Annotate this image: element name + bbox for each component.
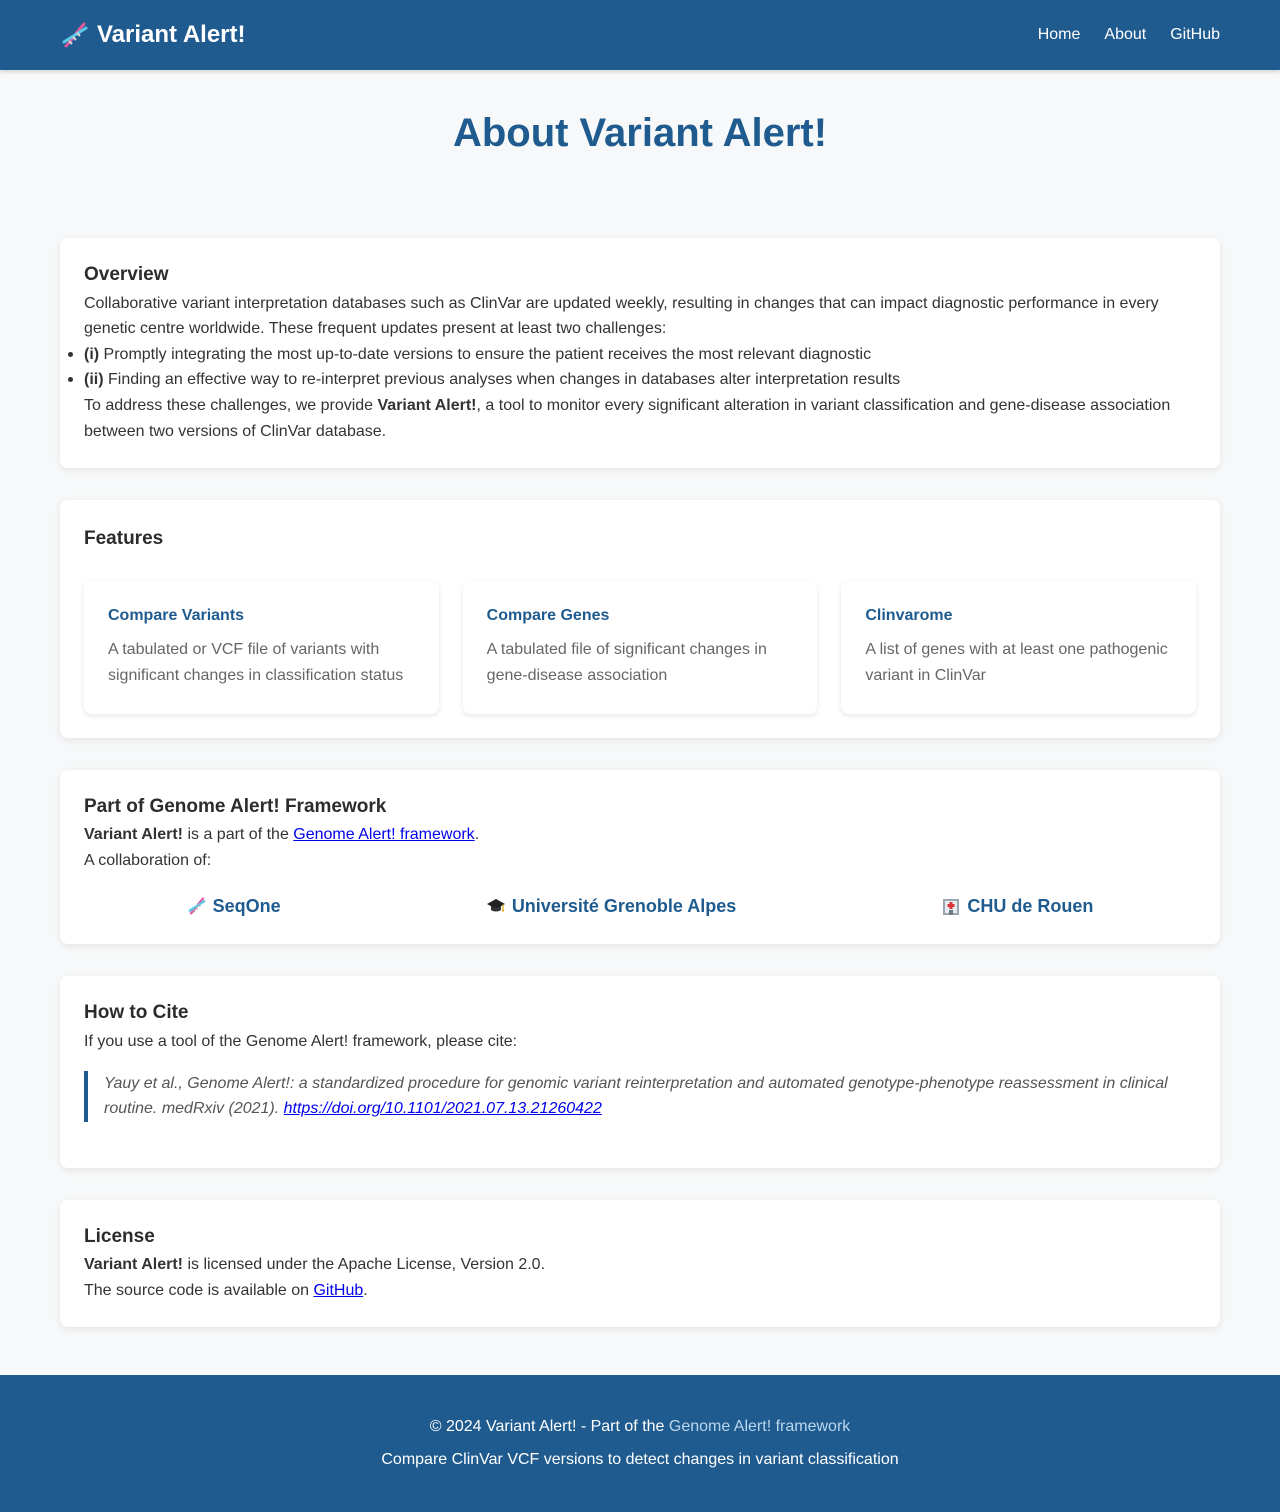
overview-intro: Collaborative variant interpretation dat… xyxy=(84,294,1159,338)
partner-seqone: SeqOne xyxy=(187,892,281,921)
license-text: is licensed under the Apache License, Ve… xyxy=(183,1256,546,1274)
framework-text: is a part of the xyxy=(183,826,294,844)
copyright-text: © 2024 Variant Alert! - Part of the xyxy=(429,1418,669,1436)
citation-quote: Yauy et al., Genome Alert!: a standardiz… xyxy=(84,1070,1196,1122)
footer-framework-link[interactable]: Genome Alert! framework xyxy=(669,1418,850,1435)
overview-outro: To address these challenges, we provide … xyxy=(84,393,1196,444)
dna-icon xyxy=(187,896,207,916)
feature-title: Compare Genes xyxy=(486,606,610,624)
hospital-icon xyxy=(941,896,961,916)
outro-bold: Variant Alert! xyxy=(377,396,477,414)
github-link[interactable]: GitHub xyxy=(313,1282,363,1299)
feature-desc: A list of genes with at least one pathog… xyxy=(865,640,1168,684)
feature-desc: A tabulated file of significant changes … xyxy=(486,640,767,684)
partners-row: SeqOne Université Grenoble Alpes CHU de … xyxy=(84,892,1196,921)
brand[interactable]: Variant Alert! xyxy=(60,16,246,54)
citation-text: Yauy et al., Genome Alert!: a standardiz… xyxy=(104,1074,1168,1118)
footer-copyright: © 2024 Variant Alert! - Part of the Geno… xyxy=(0,1417,1280,1437)
partner-uga: Université Grenoble Alpes xyxy=(486,892,736,921)
item-tag: (i) xyxy=(84,345,100,363)
page-title: About Variant Alert! xyxy=(452,111,828,155)
overview-heading: Overview xyxy=(84,264,169,285)
graduation-cap-icon xyxy=(486,896,506,916)
features-heading: Features xyxy=(84,528,164,550)
list-item: (i) Promptly integrating the most up-to-… xyxy=(68,342,1196,368)
framework-card: Part of Genome Alert! Framework Variant … xyxy=(60,769,1220,945)
framework-line: Variant Alert! is a part of the Genome A… xyxy=(84,822,1196,848)
item-text: Promptly integrating the most up-to-date… xyxy=(99,345,872,363)
dna-icon xyxy=(60,20,90,50)
feature-title: Clinvarome xyxy=(865,606,953,624)
cite-heading: How to Cite xyxy=(84,1002,189,1024)
source-period: . xyxy=(363,1281,368,1299)
feature-card-compare-variants: Compare Variants A tabulated or VCF file… xyxy=(84,580,439,714)
footer-tagline: Compare ClinVar VCF versions to detect c… xyxy=(381,1451,899,1469)
main-nav: Home About GitHub xyxy=(1038,22,1220,48)
partner-name: Université Grenoble Alpes xyxy=(511,895,737,916)
genome-alert-link[interactable]: Genome Alert! framework xyxy=(293,826,474,843)
license-bold: Variant Alert! xyxy=(84,1256,183,1274)
partner-name: SeqOne xyxy=(212,895,281,916)
top-navbar: Variant Alert! Home About GitHub xyxy=(0,0,1280,70)
list-item: (ii) Finding an effective way to re-inte… xyxy=(68,367,1196,393)
item-tag: (ii) xyxy=(84,371,104,389)
feature-card-clinvarome: Clinvarome A list of genes with at least… xyxy=(841,580,1197,714)
framework-heading: Part of Genome Alert! Framework xyxy=(84,795,387,817)
partner-chu-rouen: CHU de Rouen xyxy=(941,892,1093,921)
cite-intro: If you use a tool of the Genome Alert! f… xyxy=(84,1032,518,1050)
feature-desc: A tabulated or VCF file of variants with… xyxy=(108,640,404,684)
item-text: Finding an effective way to re-interpret… xyxy=(103,371,901,389)
brand-title: Variant Alert! xyxy=(97,20,246,48)
source-text: The source code is available on xyxy=(84,1281,314,1299)
features-grid: Compare Variants A tabulated or VCF file… xyxy=(84,580,1197,714)
framework-period: . xyxy=(474,826,480,844)
title-section: About Variant Alert! xyxy=(0,70,1280,238)
license-line: Variant Alert! is licensed under the Apa… xyxy=(84,1252,1196,1278)
nav-github[interactable]: GitHub xyxy=(1170,22,1220,48)
feature-card-compare-genes: Compare Genes A tabulated file of signif… xyxy=(462,580,818,714)
nav-home[interactable]: Home xyxy=(1038,22,1081,48)
partner-name: CHU de Rouen xyxy=(967,895,1094,916)
license-heading: License xyxy=(84,1225,155,1247)
nav-about[interactable]: About xyxy=(1104,22,1146,48)
cite-card: How to Cite If you use a tool of the Gen… xyxy=(60,976,1220,1168)
overview-card: Overview Collaborative variant interpret… xyxy=(60,238,1220,469)
source-line: The source code is available on GitHub. xyxy=(84,1278,1196,1304)
license-card: License Variant Alert! is licensed under… xyxy=(60,1199,1220,1328)
collab-label: A collaboration of: xyxy=(84,851,212,869)
feature-title: Compare Variants xyxy=(108,606,245,624)
doi-link[interactable]: https://doi.org/10.1101/2021.07.13.21260… xyxy=(284,1100,602,1117)
outro-text: To address these challenges, we provide xyxy=(84,396,378,414)
challenge-list: (i) Promptly integrating the most up-to-… xyxy=(68,342,1196,393)
framework-bold: Variant Alert! xyxy=(84,826,183,844)
features-card: Features Compare Variants A tabulated or… xyxy=(60,500,1220,738)
footer: © 2024 Variant Alert! - Part of the Geno… xyxy=(0,1375,1280,1512)
